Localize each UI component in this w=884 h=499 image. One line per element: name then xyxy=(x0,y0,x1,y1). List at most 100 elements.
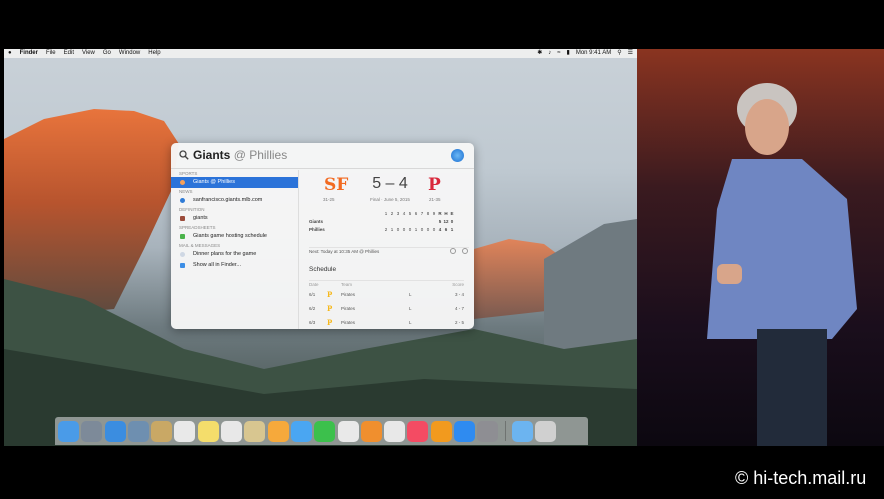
safari-icon xyxy=(451,149,464,162)
result-spreadsheet[interactable]: Giants game hosting schedule xyxy=(171,231,298,242)
calendar-icon[interactable] xyxy=(174,420,196,442)
phillies-record: 21-35 xyxy=(429,197,441,202)
menu-file[interactable]: File xyxy=(46,49,56,58)
share-icon[interactable] xyxy=(450,248,456,254)
spotlight-query[interactable]: Giants @ Phillies xyxy=(193,148,287,162)
inning-label: E xyxy=(450,211,454,216)
linescore-cell: 1 xyxy=(450,227,454,232)
mac-desktop: ● Finder File Edit View Go Window Help ✱… xyxy=(4,49,637,446)
sched-score: 4 - 7 xyxy=(454,306,464,311)
spotlight-preview: SF 31-25 5 – 4 Final · June 5, 2015 P 21… xyxy=(301,170,474,329)
sched-result: L xyxy=(409,320,412,325)
spotlight-icon[interactable]: ⚲ xyxy=(617,49,621,58)
spotlight-results-list: Sports Giants @ Phillies News sanfrancis… xyxy=(171,170,299,329)
presenter-stage xyxy=(637,49,884,446)
launchpad-icon[interactable] xyxy=(81,420,103,442)
result-label: Dinner plans for the game xyxy=(193,251,257,257)
result-definition[interactable]: giants xyxy=(171,213,298,224)
linescore-header: 123456789RHE xyxy=(309,210,469,218)
web-icon xyxy=(180,198,185,203)
linescore-row-giants: Giants 5 12 0 xyxy=(309,218,469,226)
apple-menu-icon[interactable]: ● xyxy=(8,49,12,58)
reminders-icon[interactable] xyxy=(221,420,243,442)
result-label: sanfrancisco.giants.mlb.com xyxy=(193,197,263,203)
result-mail[interactable]: Dinner plans for the game xyxy=(171,249,298,260)
menu-window[interactable]: Window xyxy=(119,49,140,58)
game-status: Final · June 5, 2015 xyxy=(370,197,410,202)
result-label: Giants game hosting schedule xyxy=(193,233,267,239)
sched-team: Pirates xyxy=(341,292,356,297)
result-news[interactable]: sanfrancisco.giants.mlb.com xyxy=(171,195,298,206)
safari-icon[interactable] xyxy=(104,420,126,442)
linescore-cell: 0 xyxy=(450,219,454,224)
pages-icon[interactable] xyxy=(337,420,359,442)
sched-date: 6/2 xyxy=(309,306,316,311)
result-show-all[interactable]: Show all in Finder... xyxy=(171,260,298,271)
mail-icon xyxy=(180,252,185,257)
sched-score: 3 - 4 xyxy=(454,292,464,297)
sched-result: L xyxy=(409,292,412,297)
menu-go[interactable]: Go xyxy=(103,49,111,58)
sched-date: 6/3 xyxy=(309,320,316,325)
menu-help[interactable]: Help xyxy=(148,49,160,58)
pirates-logo: P xyxy=(327,290,333,299)
search-icon xyxy=(179,150,189,160)
downloads-folder-icon[interactable] xyxy=(511,420,533,442)
dock xyxy=(55,417,588,445)
keynote-icon[interactable] xyxy=(384,420,406,442)
col-score: Score xyxy=(452,282,464,287)
mail-icon[interactable] xyxy=(127,420,149,442)
ibooks-icon[interactable] xyxy=(430,420,452,442)
schedule-row[interactable]: 6/1 P Pirates L 3 - 4 xyxy=(309,290,464,299)
sched-team: Pirates xyxy=(341,320,356,325)
finder-icon xyxy=(180,263,185,268)
query-completion: @ Phillies xyxy=(233,148,288,162)
numbers-doc-icon xyxy=(180,234,185,239)
sched-result: L xyxy=(409,306,412,311)
sports-icon xyxy=(180,180,185,185)
system-preferences-icon[interactable] xyxy=(477,420,499,442)
dock-separator xyxy=(504,421,506,441)
menu-clock[interactable]: Mon 9:41 AM xyxy=(576,49,611,58)
menu-finder[interactable]: Finder xyxy=(20,49,38,58)
clock-icon[interactable] xyxy=(462,248,468,254)
wifi-icon[interactable]: ≈ xyxy=(557,49,560,58)
preview-icon[interactable] xyxy=(244,420,266,442)
facetime-icon[interactable] xyxy=(314,420,336,442)
linescore-row-phillies: Phillies 210001000461 xyxy=(309,226,469,234)
result-sports[interactable]: Giants @ Phillies xyxy=(171,177,298,188)
menu-view[interactable]: View xyxy=(82,49,95,58)
contacts-icon[interactable] xyxy=(151,420,173,442)
bluetooth-icon[interactable]: ✱ xyxy=(537,49,542,58)
numbers-icon[interactable] xyxy=(360,420,382,442)
spotlight-window: Giants @ Phillies Sports Giants @ Philli… xyxy=(171,143,474,329)
notes-icon[interactable] xyxy=(197,420,219,442)
app-store-icon[interactable] xyxy=(454,420,476,442)
pirates-logo: P xyxy=(327,304,333,313)
notification-center-icon[interactable]: ☰ xyxy=(628,49,633,58)
photos-icon[interactable] xyxy=(267,420,289,442)
itunes-icon[interactable] xyxy=(407,420,429,442)
final-score: 5 – 4 xyxy=(372,175,408,192)
phillies-logo: P xyxy=(428,175,441,195)
result-label: Giants @ Phillies xyxy=(193,179,235,185)
volume-icon[interactable]: ♪ xyxy=(548,49,551,58)
menu-bar: ● Finder File Edit View Go Window Help ✱… xyxy=(4,49,637,58)
col-team: Team xyxy=(341,282,353,287)
trash-icon[interactable] xyxy=(534,420,556,442)
spotlight-search-field[interactable]: Giants @ Phillies xyxy=(171,143,474,169)
schedule-header: Date Team Score xyxy=(309,280,464,287)
sched-team: Pirates xyxy=(341,306,356,311)
finder-icon[interactable] xyxy=(58,420,79,442)
schedule-row[interactable]: 6/2 P Pirates L 4 - 7 xyxy=(309,304,464,313)
battery-icon[interactable]: ▮ xyxy=(567,49,570,58)
result-label: giants xyxy=(193,215,208,221)
dictionary-icon xyxy=(180,216,185,221)
schedule-row[interactable]: 6/3 P Pirates L 2 - 5 xyxy=(309,318,464,327)
col-date: Date xyxy=(309,282,319,287)
schedule-title: Schedule xyxy=(309,266,337,273)
linescore-table: 123456789RHE Giants 5 12 0 Phillies 210001… xyxy=(309,210,469,234)
messages-icon[interactable] xyxy=(290,420,312,442)
team-name: Phillies xyxy=(309,227,325,232)
menu-edit[interactable]: Edit xyxy=(64,49,74,58)
